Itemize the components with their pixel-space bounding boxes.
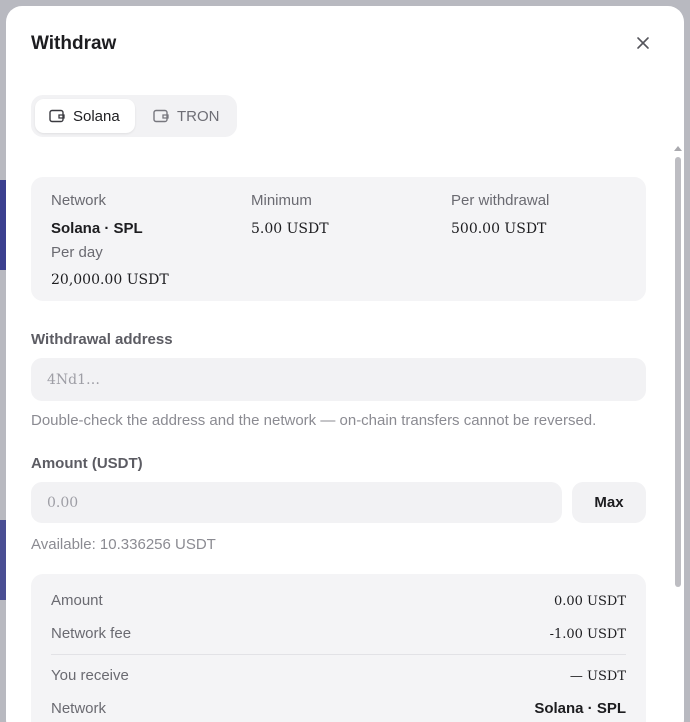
scroll-thumb[interactable] bbox=[675, 157, 681, 587]
per-withdrawal-value: 500.00 USDT bbox=[451, 221, 547, 237]
per-day-value: 20,000.00 USDT bbox=[51, 272, 169, 288]
tab-label: TRON bbox=[177, 107, 220, 125]
summary-receive-value: — USDT bbox=[569, 669, 626, 684]
per-withdrawal-label: Per withdrawal bbox=[451, 192, 550, 209]
minimum-label: Minimum bbox=[251, 192, 312, 209]
wallet-icon bbox=[49, 109, 65, 123]
withdraw-modal: Withdraw Solana TRON Network Solana · SP… bbox=[6, 6, 684, 722]
network-tabs: Solana TRON bbox=[31, 95, 237, 137]
minimum-value: 5.00 USDT bbox=[251, 221, 329, 237]
available-balance: Available: 10.336256 USDT bbox=[31, 536, 216, 553]
tab-solana[interactable]: Solana bbox=[35, 99, 135, 133]
wallet-icon bbox=[153, 109, 169, 123]
network-label: Network bbox=[51, 192, 107, 209]
summary-amount-value: 0.00 USDT bbox=[553, 594, 626, 609]
address-input[interactable] bbox=[31, 358, 646, 401]
tab-label: Solana bbox=[73, 107, 120, 125]
address-label: Withdrawal address bbox=[31, 331, 173, 348]
close-icon bbox=[637, 37, 649, 49]
summary-fee-value: -1.00 USDT bbox=[549, 627, 626, 642]
tab-tron[interactable]: TRON bbox=[139, 99, 233, 133]
network-value: Solana · SPL bbox=[51, 220, 143, 237]
summary-network-label: Network bbox=[51, 700, 107, 717]
per-day-label: Per day bbox=[51, 244, 103, 261]
summary-card: Amount 0.00 USDT Network fee -1.00 USDT … bbox=[31, 574, 646, 722]
scroll-up-arrow-icon[interactable] bbox=[674, 146, 682, 151]
network-info-card: Network Solana · SPL Minimum 5.00 USDT P… bbox=[31, 177, 646, 301]
max-button[interactable]: Max bbox=[572, 482, 646, 523]
summary-amount-label: Amount bbox=[51, 592, 103, 609]
summary-receive-label: You receive bbox=[51, 667, 129, 684]
scrollbar[interactable] bbox=[673, 146, 683, 587]
summary-divider bbox=[51, 654, 626, 655]
amount-label: Amount (USDT) bbox=[31, 455, 143, 472]
close-button[interactable] bbox=[633, 33, 653, 53]
modal-title: Withdraw bbox=[31, 33, 117, 54]
summary-fee-label: Network fee bbox=[51, 625, 132, 642]
summary-network-value: Solana · SPL bbox=[534, 700, 626, 717]
address-hint: Double-check the address and the network… bbox=[31, 412, 597, 429]
amount-input[interactable] bbox=[31, 482, 562, 523]
